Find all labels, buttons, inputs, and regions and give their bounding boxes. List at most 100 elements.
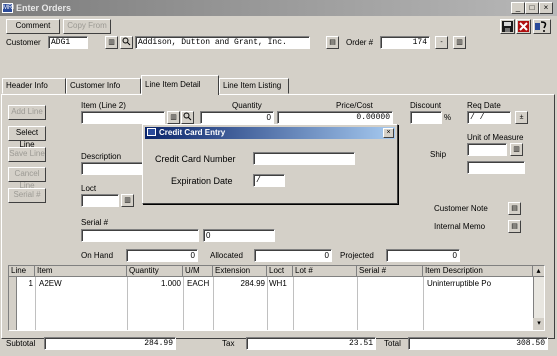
ship-field[interactable] xyxy=(467,161,525,174)
price-cost-label: Price/Cost xyxy=(336,101,373,110)
customer-search-icon[interactable] xyxy=(120,36,133,49)
select-line-button[interactable]: Select Line xyxy=(8,126,46,149)
help-icon[interactable] xyxy=(533,19,551,34)
loct-lookup-icon[interactable]: ▥ xyxy=(121,194,134,207)
discount-percent-label: % xyxy=(444,113,452,122)
item-label: Item (Line 2) xyxy=(81,101,126,110)
order-number-label: Order # xyxy=(346,38,374,47)
price-cost-field[interactable]: 0.00000 xyxy=(277,111,393,124)
window-title: Enter Orders xyxy=(16,3,72,13)
serial-label: Serial # xyxy=(81,218,109,227)
quantity-field[interactable]: 0 xyxy=(200,111,274,124)
maximize-button[interactable]: □ xyxy=(525,2,539,14)
customer-note-label: Customer Note xyxy=(434,204,488,213)
order-spin-icon[interactable]: - xyxy=(435,36,448,49)
order-number-field[interactable]: 174 xyxy=(380,36,430,49)
uom-field[interactable] xyxy=(467,143,507,156)
total-label: Total xyxy=(384,339,401,348)
discount-label: Discount xyxy=(410,101,442,110)
customer-label: Customer xyxy=(6,38,41,47)
dialog-app-icon xyxy=(147,128,156,136)
item-field[interactable] xyxy=(81,111,165,124)
table-cell-um[interactable]: EACH xyxy=(185,278,213,289)
credit-card-dialog: Credit Card Entry × Credit Card Number E… xyxy=(142,124,398,204)
delete-icon[interactable] xyxy=(516,19,531,34)
grid-header-line[interactable]: Line xyxy=(9,266,35,277)
item-lookup-icon[interactable]: ▥ xyxy=(167,111,180,124)
ship-label: Ship xyxy=(430,150,447,159)
grid-header-loct[interactable]: Loct xyxy=(267,266,293,277)
req-date-field[interactable]: / / xyxy=(467,111,511,124)
expiration-date-label: Expiration Date xyxy=(171,176,233,186)
serial-button[interactable]: Serial # xyxy=(8,188,46,203)
grid-divider xyxy=(293,277,294,330)
add-line-button[interactable]: Add Line xyxy=(8,105,46,120)
card-number-field[interactable] xyxy=(253,152,355,165)
minimize-button[interactable]: _ xyxy=(511,2,525,14)
copy-from-button[interactable]: Copy From xyxy=(63,19,111,34)
grid-header-um[interactable]: U/M xyxy=(183,266,213,277)
cancel-line-button[interactable]: Cancel Line xyxy=(8,167,46,190)
table-cell-item[interactable]: A2EW xyxy=(37,278,127,289)
grid-divider xyxy=(423,277,424,330)
grid-header-extension[interactable]: Extension xyxy=(213,266,267,277)
grid-header-item[interactable]: Item xyxy=(35,266,127,277)
customer-note-icon[interactable]: ▤ xyxy=(508,202,521,215)
on-hand-label: On Hand xyxy=(81,251,114,260)
subtotal-field: 284.99 xyxy=(44,337,176,350)
line-items-grid[interactable]: Line Item Quantity U/M Extension Loct Lo… xyxy=(8,265,545,331)
req-date-spin-icon[interactable]: ± xyxy=(515,111,528,124)
dialog-title-bar: Credit Card Entry xyxy=(145,127,395,139)
grid-header-lot[interactable]: Lot # xyxy=(293,266,357,277)
grid-divider xyxy=(127,277,128,330)
serial-qty-field[interactable]: 0 xyxy=(203,229,275,242)
grid-header-serial[interactable]: Serial # xyxy=(357,266,423,277)
uom-label: Unit of Measure xyxy=(467,133,524,142)
grid-header-description[interactable]: Item Description xyxy=(423,266,533,277)
expiration-date-field[interactable]: / xyxy=(253,174,285,187)
tab-line-item-detail[interactable]: Line Item Detail xyxy=(141,75,219,95)
table-cell-quantity[interactable]: 1.000 xyxy=(127,278,183,289)
customer-code-field[interactable]: ADG1 xyxy=(48,36,88,49)
internal-memo-icon[interactable]: ▤ xyxy=(508,220,521,233)
tab-header-info[interactable]: Header Info xyxy=(2,78,66,94)
table-cell-loct[interactable]: WH1 xyxy=(267,278,293,289)
order-lookup-icon[interactable]: ▥ xyxy=(453,36,466,49)
discount-field[interactable] xyxy=(410,111,442,124)
row-selector-column xyxy=(9,277,17,330)
save-line-button[interactable]: Save Line xyxy=(8,147,46,162)
allocated-field: 0 xyxy=(254,249,332,262)
loct-label: Loct xyxy=(81,184,97,193)
table-cell-lot[interactable] xyxy=(293,278,357,289)
grid-header-quantity[interactable]: Quantity xyxy=(127,266,183,277)
close-button[interactable]: × xyxy=(539,2,553,14)
customer-name-field[interactable]: Addison, Dutton and Grant, Inc. xyxy=(135,36,310,49)
table-cell-description[interactable]: Uninterruptible Po xyxy=(425,278,533,289)
description-field[interactable] xyxy=(81,162,143,175)
grid-divider xyxy=(183,277,184,330)
table-cell-serial[interactable] xyxy=(357,278,423,289)
uom-lookup-icon[interactable]: ▥ xyxy=(510,143,523,156)
customer-lookup-icon[interactable]: ▥ xyxy=(105,36,118,49)
scroll-down-icon[interactable]: ▾ xyxy=(533,318,544,330)
projected-label: Projected xyxy=(340,251,374,260)
serial-field[interactable] xyxy=(81,229,199,242)
item-search-icon[interactable] xyxy=(181,111,194,124)
on-hand-field: 0 xyxy=(126,249,198,262)
grid-divider xyxy=(35,277,36,330)
app-icon: MRI xyxy=(2,3,14,13)
description-label: Description xyxy=(81,152,122,161)
tab-customer-info[interactable]: Customer Info xyxy=(66,78,141,94)
customer-memo-icon[interactable]: ▤ xyxy=(326,36,339,49)
comment-button[interactable]: Comment xyxy=(6,19,60,34)
tax-field: 23.51 xyxy=(246,337,376,350)
table-cell-line[interactable]: 1 xyxy=(17,278,35,289)
tab-line-item-listing[interactable]: Line Item Listing xyxy=(219,78,289,94)
scroll-up-icon[interactable]: ▴ xyxy=(533,266,544,277)
card-number-label: Credit Card Number xyxy=(155,154,236,164)
loct-field[interactable] xyxy=(81,194,119,207)
dialog-close-button[interactable]: × xyxy=(383,128,394,138)
table-cell-extension[interactable]: 284.99 xyxy=(213,278,267,289)
save-icon[interactable] xyxy=(500,19,515,34)
subtotal-label: Subtotal xyxy=(6,339,36,348)
